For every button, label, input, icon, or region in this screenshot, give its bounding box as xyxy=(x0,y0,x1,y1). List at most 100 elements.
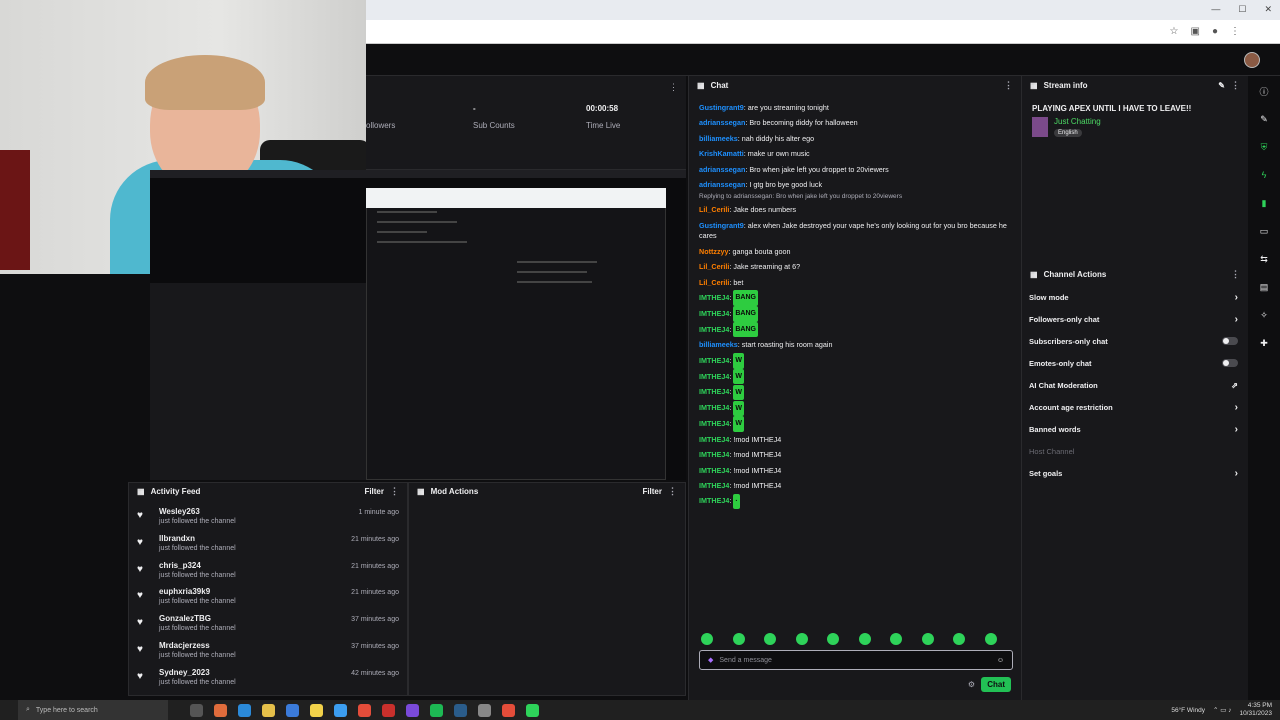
chat-message[interactable]: IMTHEJ4: !mod IMTHEJ4 xyxy=(699,478,1009,493)
info-icon[interactable]: ⓘ xyxy=(1257,84,1271,98)
lightning-icon[interactable]: ϟ xyxy=(1257,168,1271,182)
chat-message[interactable]: Gustingrant9: are you streaming tonight xyxy=(699,100,1009,115)
emote-icon[interactable] xyxy=(795,633,808,645)
chat-bubble-icon[interactable]: ▭ xyxy=(1257,224,1271,238)
chat-message[interactable]: Lil_Cerili: Jake does numbers xyxy=(699,202,1009,217)
chat-username[interactable]: Lil_Cerili xyxy=(699,278,729,287)
raid-icon[interactable]: ⇆ xyxy=(1257,252,1271,266)
chat-username[interactable]: adrianssegan xyxy=(699,118,745,127)
mod-actions-filter-button[interactable]: Filter xyxy=(642,487,662,496)
chat-username[interactable]: KrishKamatti xyxy=(699,149,744,158)
activity-feed-filter-button[interactable]: Filter xyxy=(364,487,384,496)
settings-icon[interactable] xyxy=(478,703,491,717)
chat-message[interactable]: adrianssegan: Bro when jake left you dro… xyxy=(699,162,1009,177)
chat-message[interactable]: Nottzzyy: ganga bouta goon xyxy=(699,244,1009,259)
clip-icon[interactable]: ▮ xyxy=(1257,196,1271,210)
list-item[interactable]: ♥ euphxria39k9 just followed the channel 21… xyxy=(129,587,407,614)
emote-icon[interactable] xyxy=(984,633,997,645)
chat-username[interactable]: IMTHEJ4 xyxy=(699,309,729,318)
chat-username[interactable]: adrianssegan xyxy=(699,165,745,174)
chat-username[interactable]: Gustingrant9 xyxy=(699,221,744,230)
chat-username[interactable]: IMTHEJ4 xyxy=(699,419,729,428)
chat-message[interactable]: IMTHEJ4: !mod IMTHEJ4 xyxy=(699,447,1009,462)
chat-username[interactable]: IMTHEJ4 xyxy=(699,481,729,490)
app-icon[interactable] xyxy=(406,703,419,717)
chat-message[interactable]: billiameeks: start roasting his room aga… xyxy=(699,337,1009,352)
emote-icon[interactable] xyxy=(858,633,871,645)
channel-action-item[interactable]: Emotes-only chat xyxy=(1022,352,1248,374)
browser-menu-icon[interactable]: ⋮ xyxy=(1230,26,1240,37)
toggle-switch[interactable] xyxy=(1222,337,1238,345)
wrench-icon[interactable]: ✧ xyxy=(1257,308,1271,322)
chat-message[interactable]: IMTHEJ4: W xyxy=(699,400,1009,417)
emote-icon[interactable] xyxy=(701,633,713,645)
chat-message[interactable]: Gustingrant9: alex when Jake destroyed y… xyxy=(699,221,1009,241)
file-explorer-icon[interactable] xyxy=(262,703,275,717)
emote-icon[interactable] xyxy=(890,633,902,645)
chat-message[interactable]: IMTHEJ4: · xyxy=(699,493,1009,510)
chat-message[interactable]: Replying to adrianssegan: Bro when jake … xyxy=(699,192,1009,202)
app-icon[interactable] xyxy=(310,703,323,717)
channel-action-item[interactable]: Banned words › xyxy=(1022,418,1248,440)
chrome-icon[interactable] xyxy=(502,703,515,717)
emote-icon[interactable] xyxy=(921,633,934,645)
chat-message[interactable]: IMTHEJ4: BANG xyxy=(699,290,1009,306)
spotify-icon[interactable] xyxy=(430,703,443,717)
chat-username[interactable]: Gustingrant9 xyxy=(699,103,744,112)
app-icon[interactable] xyxy=(334,703,347,717)
channel-action-item[interactable]: Followers-only chat › xyxy=(1022,308,1248,330)
chat-message[interactable]: Lil_Cerili: Jake streaming at 6? xyxy=(699,259,1009,274)
weather-text[interactable]: 56°F Windy xyxy=(1171,707,1205,714)
clock[interactable]: 4:35 PM 10/31/2023 xyxy=(1239,702,1272,718)
chat-message[interactable]: IMTHEJ4: W xyxy=(699,416,1009,432)
channel-action-item[interactable]: Account age restriction › xyxy=(1022,396,1248,418)
chat-message[interactable]: IMTHEJ4: W xyxy=(699,384,1009,401)
channel-action-item[interactable]: Set goals › xyxy=(1022,462,1248,484)
chat-message[interactable]: IMTHEJ4: BANG xyxy=(699,306,1009,322)
chat-message[interactable]: IMTHEJ4: W xyxy=(699,353,1009,369)
chat-username[interactable]: IMTHEJ4 xyxy=(699,372,729,381)
emote-picker-icon[interactable]: ☺ xyxy=(997,657,1004,664)
chat-menu-icon[interactable]: ⋮ xyxy=(1004,80,1013,91)
chat-message[interactable]: billiameeks: nah diddy his alter ego xyxy=(699,131,1009,146)
app-icon[interactable] xyxy=(214,703,227,717)
task-view-icon[interactable] xyxy=(190,703,203,717)
extensions-icon[interactable]: ✚ xyxy=(1257,336,1271,350)
list-item[interactable]: ♥ chris_p324 just followed the channel 21 m… xyxy=(129,561,407,588)
emote-icon[interactable] xyxy=(732,633,745,645)
chat-username[interactable]: IMTHEJ4 xyxy=(699,387,729,396)
chat-message[interactable]: KrishKamatti: make ur own music xyxy=(699,146,1009,161)
maximize-icon[interactable]: ☐ xyxy=(1238,4,1246,15)
stats-menu-icon[interactable]: ⋮ xyxy=(669,82,678,93)
minimize-icon[interactable]: — xyxy=(1211,4,1220,15)
app-icon[interactable] xyxy=(382,703,395,717)
chat-username[interactable]: IMTHEJ4 xyxy=(699,450,729,459)
bits-icon[interactable]: ◆ xyxy=(708,656,713,664)
chrome-icon[interactable] xyxy=(358,703,371,717)
chat-username[interactable]: IMTHEJ4 xyxy=(699,466,729,475)
chat-username[interactable]: Nottzzyy xyxy=(699,247,729,256)
chat-message[interactable]: IMTHEJ4: !mod IMTHEJ4 xyxy=(699,432,1009,447)
edit-icon[interactable]: ✎ xyxy=(1218,81,1225,90)
chat-input[interactable]: ◆ Send a message ☺ xyxy=(699,650,1013,670)
list-item[interactable]: ♥ GonzalezTBG just followed the channel 37 … xyxy=(129,614,407,641)
chat-settings-icon[interactable]: ⚙ xyxy=(968,680,975,689)
emote-icon[interactable] xyxy=(827,633,839,645)
chat-username[interactable]: IMTHEJ4 xyxy=(699,403,729,412)
chat-username[interactable]: Lil_Cerili xyxy=(699,262,729,271)
list-item[interactable]: ♥ Wesley263 just followed the channel 1 min… xyxy=(129,507,407,534)
toggle-switch[interactable] xyxy=(1222,359,1238,367)
list-item[interactable]: ♥ Sydney_2023 just followed the channel 42 … xyxy=(129,668,407,695)
channel-actions-menu-icon[interactable]: ⋮ xyxy=(1231,269,1240,280)
activity-feed-menu-icon[interactable]: ⋮ xyxy=(390,486,399,497)
extensions-icon[interactable]: ▣ xyxy=(1191,26,1200,37)
edge-icon[interactable] xyxy=(238,703,251,717)
chat-username[interactable]: billiameeks xyxy=(699,340,738,349)
chat-username[interactable]: IMTHEJ4 xyxy=(699,356,729,365)
tray-icons[interactable]: ⌃ ▭ ♪ xyxy=(1213,706,1231,714)
app-icon[interactable] xyxy=(526,703,539,717)
category-name[interactable]: Just Chatting xyxy=(1054,117,1101,126)
stream-preview[interactable] xyxy=(150,170,686,480)
mod-actions-menu-icon[interactable]: ⋮ xyxy=(668,486,677,497)
bookmark-star-icon[interactable]: ☆ xyxy=(1170,26,1179,37)
